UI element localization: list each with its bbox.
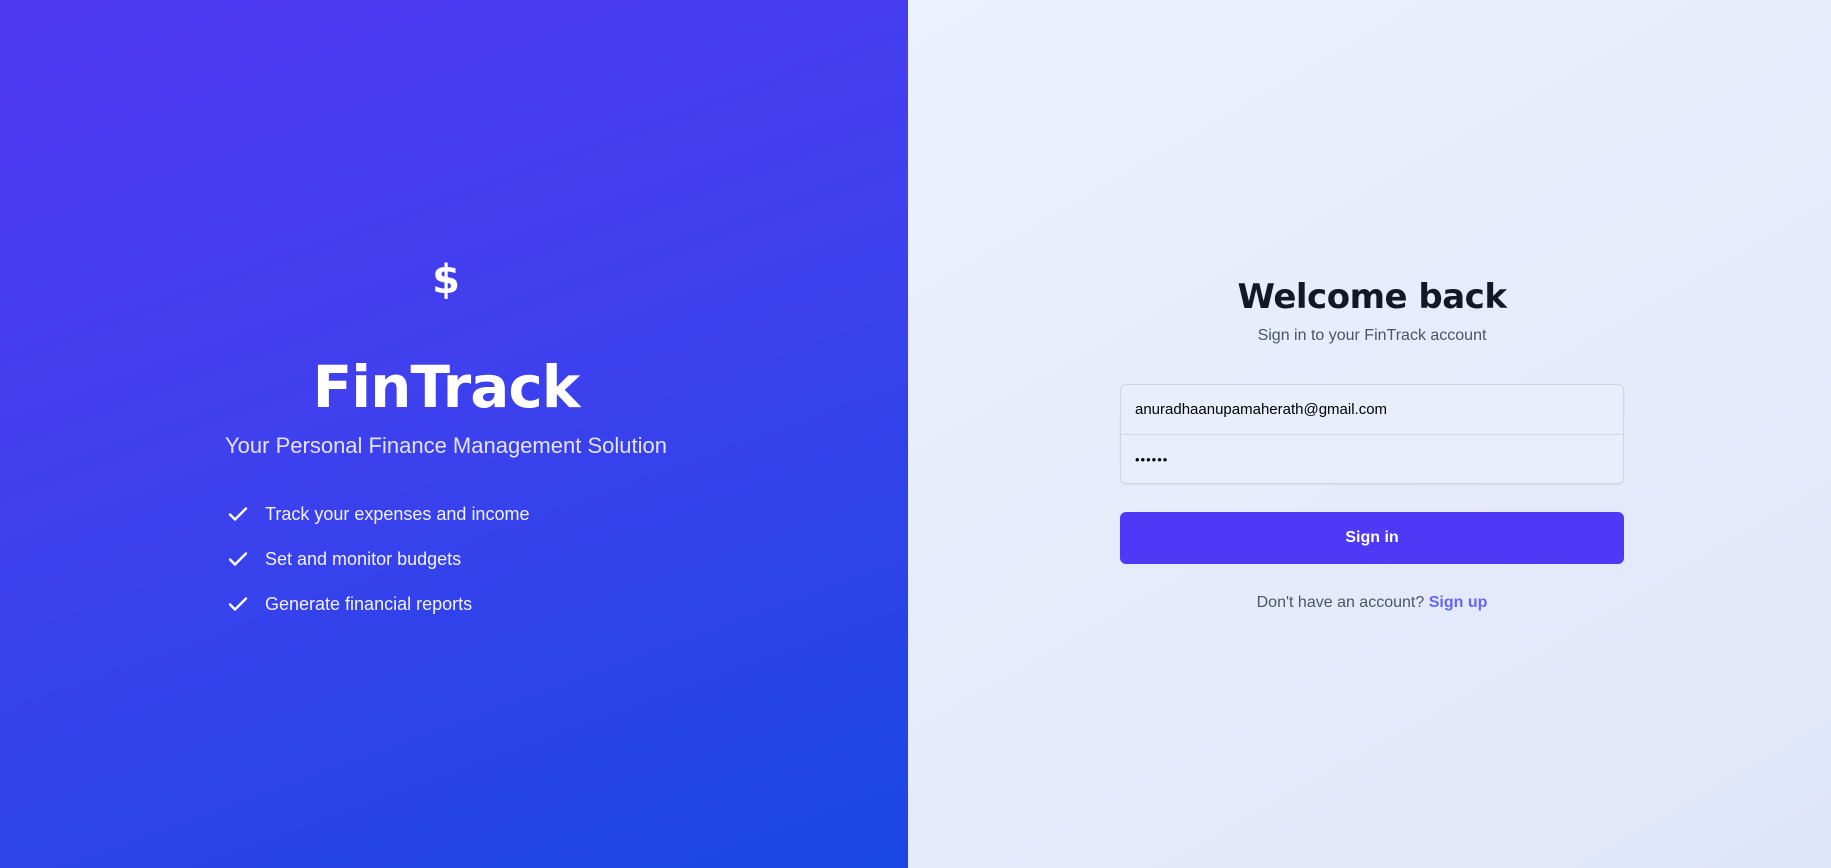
login-subtitle: Sign in to your FinTrack account: [1257, 327, 1487, 344]
sign-in-button[interactable]: Sign in: [1120, 512, 1624, 564]
check-icon: [228, 507, 248, 521]
feature-item: Generate financial reports: [226, 590, 529, 618]
feature-label: Generate financial reports: [265, 593, 473, 614]
feature-label: Set and monitor budgets: [265, 548, 462, 569]
credentials-group: anuradhaanupamaherath@gmail.com ••••••: [1120, 384, 1624, 484]
login-panel: Welcome back Sign in to your FinTrack ac…: [908, 0, 1831, 868]
brand-panel: $ FinTrack Your Personal Finance Managem…: [0, 0, 908, 868]
sign-up-link[interactable]: Sign up: [1429, 594, 1488, 611]
no-account-text: Don't have an account?: [1256, 594, 1425, 611]
check-icon: [228, 552, 248, 566]
dollar-icon: $: [432, 257, 460, 303]
login-form: Welcome back Sign in to your FinTrack ac…: [1120, 273, 1624, 612]
signup-prompt: Don't have an account? Sign up: [1257, 594, 1488, 612]
feature-item: Set and monitor budgets: [226, 545, 529, 573]
feature-item: Track your expenses and income: [226, 500, 529, 528]
email-field[interactable]: anuradhaanupamaherath@gmail.com: [1121, 385, 1623, 434]
brand-block: $ FinTrack Your Personal Finance Managem…: [0, 250, 892, 460]
brand-tagline: Your Personal Finance Management Solutio…: [225, 433, 667, 458]
check-icon: [228, 597, 248, 611]
feature-label: Track your expenses and income: [265, 503, 530, 524]
password-field[interactable]: ••••••: [1121, 434, 1623, 483]
brand-title: FinTrack: [312, 353, 581, 421]
login-title: Welcome back: [1237, 277, 1507, 317]
feature-list: Track your expenses and income Set and m…: [226, 500, 529, 635]
